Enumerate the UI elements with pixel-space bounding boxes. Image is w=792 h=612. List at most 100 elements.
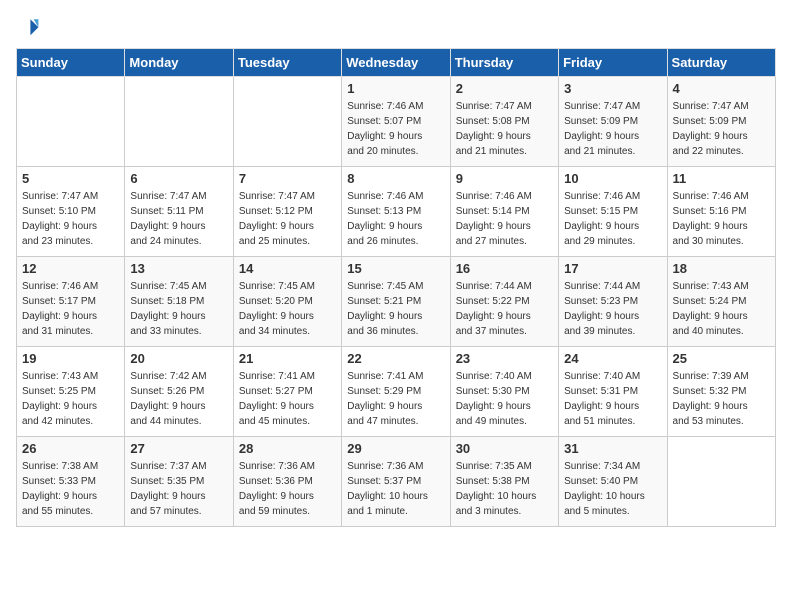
day-number: 17 xyxy=(564,261,661,276)
calendar-cell xyxy=(667,437,775,527)
day-number: 5 xyxy=(22,171,119,186)
calendar-cell: 26 Sunrise: 7:38 AM Sunset: 5:33 PM Dayli… xyxy=(17,437,125,527)
day-info: Sunrise: 7:38 AM Sunset: 5:33 PM Dayligh… xyxy=(22,459,119,519)
day-info: Sunrise: 7:43 AM Sunset: 5:25 PM Dayligh… xyxy=(22,369,119,429)
day-info: Sunrise: 7:36 AM Sunset: 5:36 PM Dayligh… xyxy=(239,459,336,519)
calendar-cell: 23 Sunrise: 7:40 AM Sunset: 5:30 PM Dayli… xyxy=(450,347,558,437)
calendar-cell: 3 Sunrise: 7:47 AM Sunset: 5:09 PM Daylig… xyxy=(559,77,667,167)
day-info: Sunrise: 7:44 AM Sunset: 5:23 PM Dayligh… xyxy=(564,279,661,339)
page-header xyxy=(16,16,776,40)
calendar-week-row: 1 Sunrise: 7:46 AM Sunset: 5:07 PM Daylig… xyxy=(17,77,776,167)
day-number: 6 xyxy=(130,171,227,186)
day-number: 13 xyxy=(130,261,227,276)
day-info: Sunrise: 7:36 AM Sunset: 5:37 PM Dayligh… xyxy=(347,459,444,519)
day-number: 24 xyxy=(564,351,661,366)
day-number: 18 xyxy=(673,261,770,276)
day-number: 11 xyxy=(673,171,770,186)
day-header-tuesday: Tuesday xyxy=(233,49,341,77)
calendar-cell: 6 Sunrise: 7:47 AM Sunset: 5:11 PM Daylig… xyxy=(125,167,233,257)
day-info: Sunrise: 7:34 AM Sunset: 5:40 PM Dayligh… xyxy=(564,459,661,519)
calendar-cell: 12 Sunrise: 7:46 AM Sunset: 5:17 PM Dayli… xyxy=(17,257,125,347)
day-info: Sunrise: 7:44 AM Sunset: 5:22 PM Dayligh… xyxy=(456,279,553,339)
day-info: Sunrise: 7:37 AM Sunset: 5:35 PM Dayligh… xyxy=(130,459,227,519)
day-number: 31 xyxy=(564,441,661,456)
day-header-saturday: Saturday xyxy=(667,49,775,77)
day-info: Sunrise: 7:46 AM Sunset: 5:15 PM Dayligh… xyxy=(564,189,661,249)
day-info: Sunrise: 7:47 AM Sunset: 5:11 PM Dayligh… xyxy=(130,189,227,249)
calendar-week-row: 19Sunrise: 7:43 AM Sunset: 5:25 PM Dayli… xyxy=(17,347,776,437)
calendar-week-row: 12 Sunrise: 7:46 AM Sunset: 5:17 PM Dayli… xyxy=(17,257,776,347)
day-info: Sunrise: 7:47 AM Sunset: 5:08 PM Dayligh… xyxy=(456,99,553,159)
day-info: Sunrise: 7:43 AM Sunset: 5:24 PM Dayligh… xyxy=(673,279,770,339)
day-number: 9 xyxy=(456,171,553,186)
calendar-cell: 31 Sunrise: 7:34 AM Sunset: 5:40 PM Dayli… xyxy=(559,437,667,527)
day-number: 29 xyxy=(347,441,444,456)
calendar-cell: 27 Sunrise: 7:37 AM Sunset: 5:35 PM Dayli… xyxy=(125,437,233,527)
day-info: Sunrise: 7:46 AM Sunset: 5:17 PM Dayligh… xyxy=(22,279,119,339)
day-info: Sunrise: 7:40 AM Sunset: 5:30 PM Dayligh… xyxy=(456,369,553,429)
day-info: Sunrise: 7:35 AM Sunset: 5:38 PM Dayligh… xyxy=(456,459,553,519)
calendar-cell: 5Sunrise: 7:47 AM Sunset: 5:10 PM Daylig… xyxy=(17,167,125,257)
day-number: 28 xyxy=(239,441,336,456)
calendar-table: SundayMondayTuesdayWednesdayThursdayFrid… xyxy=(16,48,776,527)
day-info: Sunrise: 7:45 AM Sunset: 5:20 PM Dayligh… xyxy=(239,279,336,339)
calendar-week-row: 26 Sunrise: 7:38 AM Sunset: 5:33 PM Dayli… xyxy=(17,437,776,527)
calendar-cell: 30 Sunrise: 7:35 AM Sunset: 5:38 PM Dayli… xyxy=(450,437,558,527)
calendar-cell xyxy=(17,77,125,167)
calendar-cell: 14 Sunrise: 7:45 AM Sunset: 5:20 PM Dayli… xyxy=(233,257,341,347)
calendar-cell: 2 Sunrise: 7:47 AM Sunset: 5:08 PM Daylig… xyxy=(450,77,558,167)
day-number: 23 xyxy=(456,351,553,366)
day-number: 3 xyxy=(564,81,661,96)
day-info: Sunrise: 7:39 AM Sunset: 5:32 PM Dayligh… xyxy=(673,369,770,429)
day-info: Sunrise: 7:45 AM Sunset: 5:21 PM Dayligh… xyxy=(347,279,444,339)
calendar-cell: 9 Sunrise: 7:46 AM Sunset: 5:14 PM Daylig… xyxy=(450,167,558,257)
day-info: Sunrise: 7:47 AM Sunset: 5:09 PM Dayligh… xyxy=(564,99,661,159)
day-number: 22 xyxy=(347,351,444,366)
calendar-cell: 28 Sunrise: 7:36 AM Sunset: 5:36 PM Dayli… xyxy=(233,437,341,527)
day-info: Sunrise: 7:41 AM Sunset: 5:27 PM Dayligh… xyxy=(239,369,336,429)
day-info: Sunrise: 7:47 AM Sunset: 5:12 PM Dayligh… xyxy=(239,189,336,249)
day-number: 21 xyxy=(239,351,336,366)
day-info: Sunrise: 7:46 AM Sunset: 5:07 PM Dayligh… xyxy=(347,99,444,159)
calendar-cell: 10 Sunrise: 7:46 AM Sunset: 5:15 PM Dayli… xyxy=(559,167,667,257)
calendar-cell: 8 Sunrise: 7:46 AM Sunset: 5:13 PM Daylig… xyxy=(342,167,450,257)
day-number: 30 xyxy=(456,441,553,456)
day-header-wednesday: Wednesday xyxy=(342,49,450,77)
calendar-cell xyxy=(233,77,341,167)
day-info: Sunrise: 7:46 AM Sunset: 5:14 PM Dayligh… xyxy=(456,189,553,249)
calendar-header-row: SundayMondayTuesdayWednesdayThursdayFrid… xyxy=(17,49,776,77)
day-number: 8 xyxy=(347,171,444,186)
calendar-cell: 29 Sunrise: 7:36 AM Sunset: 5:37 PM Dayli… xyxy=(342,437,450,527)
day-number: 20 xyxy=(130,351,227,366)
day-number: 1 xyxy=(347,81,444,96)
day-header-monday: Monday xyxy=(125,49,233,77)
calendar-cell: 13Sunrise: 7:45 AM Sunset: 5:18 PM Dayli… xyxy=(125,257,233,347)
day-number: 12 xyxy=(22,261,119,276)
day-info: Sunrise: 7:42 AM Sunset: 5:26 PM Dayligh… xyxy=(130,369,227,429)
calendar-cell xyxy=(125,77,233,167)
day-header-thursday: Thursday xyxy=(450,49,558,77)
calendar-cell: 21 Sunrise: 7:41 AM Sunset: 5:27 PM Dayli… xyxy=(233,347,341,437)
calendar-cell: 18 Sunrise: 7:43 AM Sunset: 5:24 PM Dayli… xyxy=(667,257,775,347)
day-number: 2 xyxy=(456,81,553,96)
day-header-sunday: Sunday xyxy=(17,49,125,77)
day-info: Sunrise: 7:46 AM Sunset: 5:13 PM Dayligh… xyxy=(347,189,444,249)
day-number: 25 xyxy=(673,351,770,366)
day-number: 16 xyxy=(456,261,553,276)
logo xyxy=(16,16,44,40)
calendar-cell: 1 Sunrise: 7:46 AM Sunset: 5:07 PM Daylig… xyxy=(342,77,450,167)
day-header-friday: Friday xyxy=(559,49,667,77)
day-number: 26 xyxy=(22,441,119,456)
calendar-cell: 20 Sunrise: 7:42 AM Sunset: 5:26 PM Dayli… xyxy=(125,347,233,437)
calendar-cell: 25 Sunrise: 7:39 AM Sunset: 5:32 PM Dayli… xyxy=(667,347,775,437)
day-info: Sunrise: 7:41 AM Sunset: 5:29 PM Dayligh… xyxy=(347,369,444,429)
day-number: 14 xyxy=(239,261,336,276)
calendar-cell: 17 Sunrise: 7:44 AM Sunset: 5:23 PM Dayli… xyxy=(559,257,667,347)
day-info: Sunrise: 7:47 AM Sunset: 5:09 PM Dayligh… xyxy=(673,99,770,159)
day-number: 10 xyxy=(564,171,661,186)
day-number: 4 xyxy=(673,81,770,96)
calendar-cell: 7Sunrise: 7:47 AM Sunset: 5:12 PM Daylig… xyxy=(233,167,341,257)
day-number: 27 xyxy=(130,441,227,456)
calendar-cell: 11Sunrise: 7:46 AM Sunset: 5:16 PM Dayli… xyxy=(667,167,775,257)
calendar-cell: 4 Sunrise: 7:47 AM Sunset: 5:09 PM Daylig… xyxy=(667,77,775,167)
